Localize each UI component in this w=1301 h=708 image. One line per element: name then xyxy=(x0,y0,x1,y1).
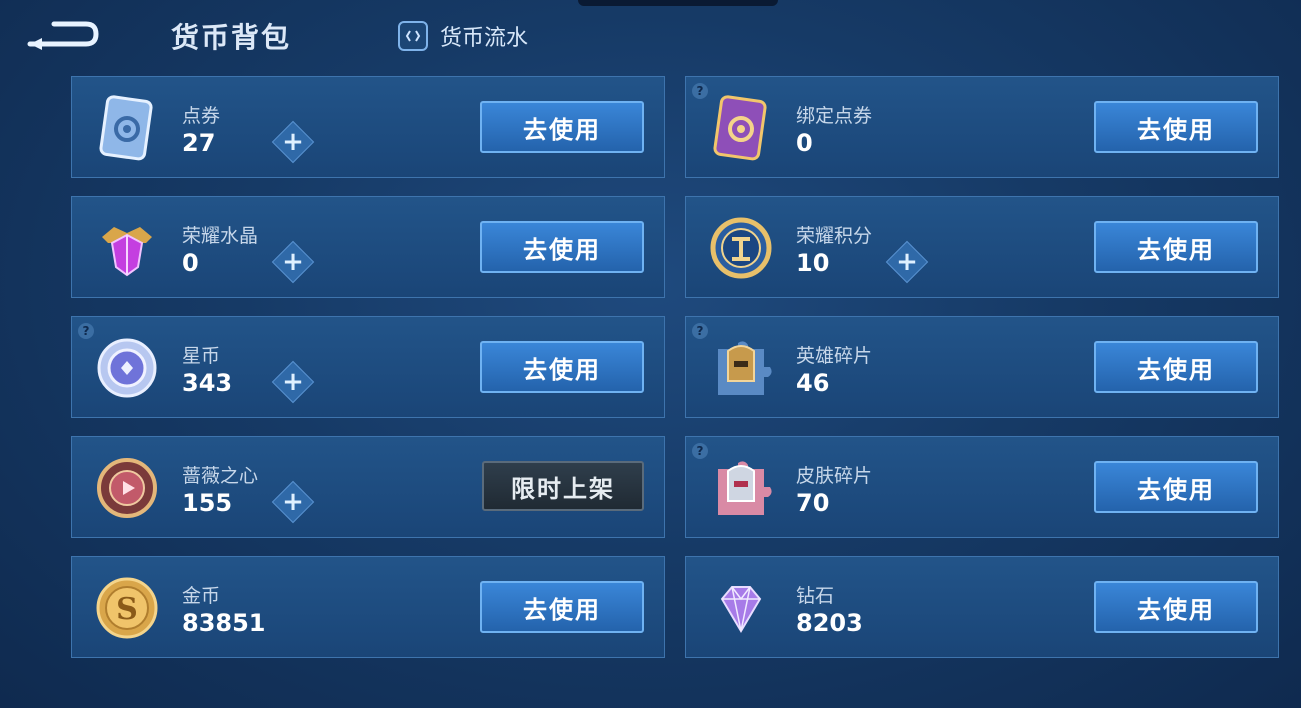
bound-ticket-icon xyxy=(708,95,774,161)
use-button[interactable]: 去使用 xyxy=(1094,101,1258,153)
currency-flow-link[interactable]: 货币流水 xyxy=(398,20,528,52)
plus-icon: + xyxy=(282,487,304,517)
plus-icon: + xyxy=(282,127,304,157)
currency-count: 46 xyxy=(796,369,830,397)
add-button[interactable]: + xyxy=(271,120,315,164)
currency-count: 27 xyxy=(182,129,216,157)
currency-card-diamond: 钻石 8203 去使用 xyxy=(685,556,1279,658)
currency-card-gold-coin: S 金币 83851 去使用 xyxy=(71,556,665,658)
currency-label: 绑定点券 xyxy=(796,105,873,127)
limited-time-button[interactable]: 限时上架 xyxy=(482,461,644,511)
gold-coin-icon: S xyxy=(94,575,160,641)
currency-card-star-coin: ? 星币 343 + 去使用 xyxy=(71,316,665,418)
help-icon[interactable]: ? xyxy=(692,83,708,99)
diamond-icon xyxy=(708,575,774,641)
currency-label: 荣耀积分 xyxy=(796,225,873,247)
currency-label: 星币 xyxy=(182,345,221,367)
currency-label: 点券 xyxy=(182,105,221,127)
use-button[interactable]: 去使用 xyxy=(480,581,644,633)
help-icon[interactable]: ? xyxy=(692,323,708,339)
currency-count: 8203 xyxy=(796,609,863,637)
ticket-icon xyxy=(94,95,160,161)
skin-fragment-icon xyxy=(708,455,774,521)
help-icon[interactable]: ? xyxy=(78,323,94,339)
currency-count: 0 xyxy=(796,129,813,157)
currency-card-glory-crystal: 荣耀水晶 0 + 去使用 xyxy=(71,196,665,298)
currency-label: 蔷薇之心 xyxy=(182,465,259,487)
currency-count: 70 xyxy=(796,489,830,517)
currency-label: 金币 xyxy=(182,585,221,607)
use-button[interactable]: 去使用 xyxy=(480,341,644,393)
use-button[interactable]: 去使用 xyxy=(1094,341,1258,393)
currency-card-hero-fragment: ? 英雄碎片 46 去使用 xyxy=(685,316,1279,418)
help-icon[interactable]: ? xyxy=(692,443,708,459)
plus-icon: + xyxy=(896,247,918,277)
currency-card-ticket: 点券 27 + 去使用 xyxy=(71,76,665,178)
currency-card-skin-fragment: ? 皮肤碎片 70 去使用 xyxy=(685,436,1279,538)
back-button[interactable] xyxy=(26,16,100,52)
currency-count: 155 xyxy=(182,489,233,517)
currency-label: 英雄碎片 xyxy=(796,345,873,367)
rose-heart-icon xyxy=(94,455,160,521)
use-button[interactable]: 去使用 xyxy=(480,221,644,273)
currency-card-bound-ticket: ? 绑定点券 0 去使用 xyxy=(685,76,1279,178)
add-button[interactable]: + xyxy=(271,480,315,524)
currency-flow-label: 货币流水 xyxy=(440,26,529,51)
currency-count: 0 xyxy=(182,249,199,277)
currency-card-glory-points: 荣耀积分 10 + 去使用 xyxy=(685,196,1279,298)
top-notch xyxy=(578,0,778,6)
page-title: 货币背包 xyxy=(171,21,292,54)
currency-count: 83851 xyxy=(182,609,266,637)
currency-count: 10 xyxy=(796,249,830,277)
currency-label: 皮肤碎片 xyxy=(796,465,873,487)
add-button[interactable]: + xyxy=(271,360,315,404)
plus-icon: + xyxy=(282,247,304,277)
use-button[interactable]: 去使用 xyxy=(1094,461,1258,513)
use-button[interactable]: 去使用 xyxy=(1094,221,1258,273)
add-button[interactable]: + xyxy=(885,240,929,284)
svg-text:S: S xyxy=(116,592,138,627)
flow-record-icon xyxy=(398,21,428,51)
currency-card-rose-heart: 蔷薇之心 155 + 限时上架 xyxy=(71,436,665,538)
star-coin-icon xyxy=(94,335,160,401)
currency-label: 钻石 xyxy=(796,585,835,607)
add-button[interactable]: + xyxy=(271,240,315,284)
glory-crystal-icon xyxy=(94,215,160,281)
use-button[interactable]: 去使用 xyxy=(1094,581,1258,633)
currency-count: 343 xyxy=(182,369,233,397)
use-button[interactable]: 去使用 xyxy=(480,101,644,153)
glory-points-icon xyxy=(708,215,774,281)
currency-label: 荣耀水晶 xyxy=(182,225,259,247)
plus-icon: + xyxy=(282,367,304,397)
hero-fragment-icon xyxy=(708,335,774,401)
back-arrow-icon xyxy=(27,21,99,50)
